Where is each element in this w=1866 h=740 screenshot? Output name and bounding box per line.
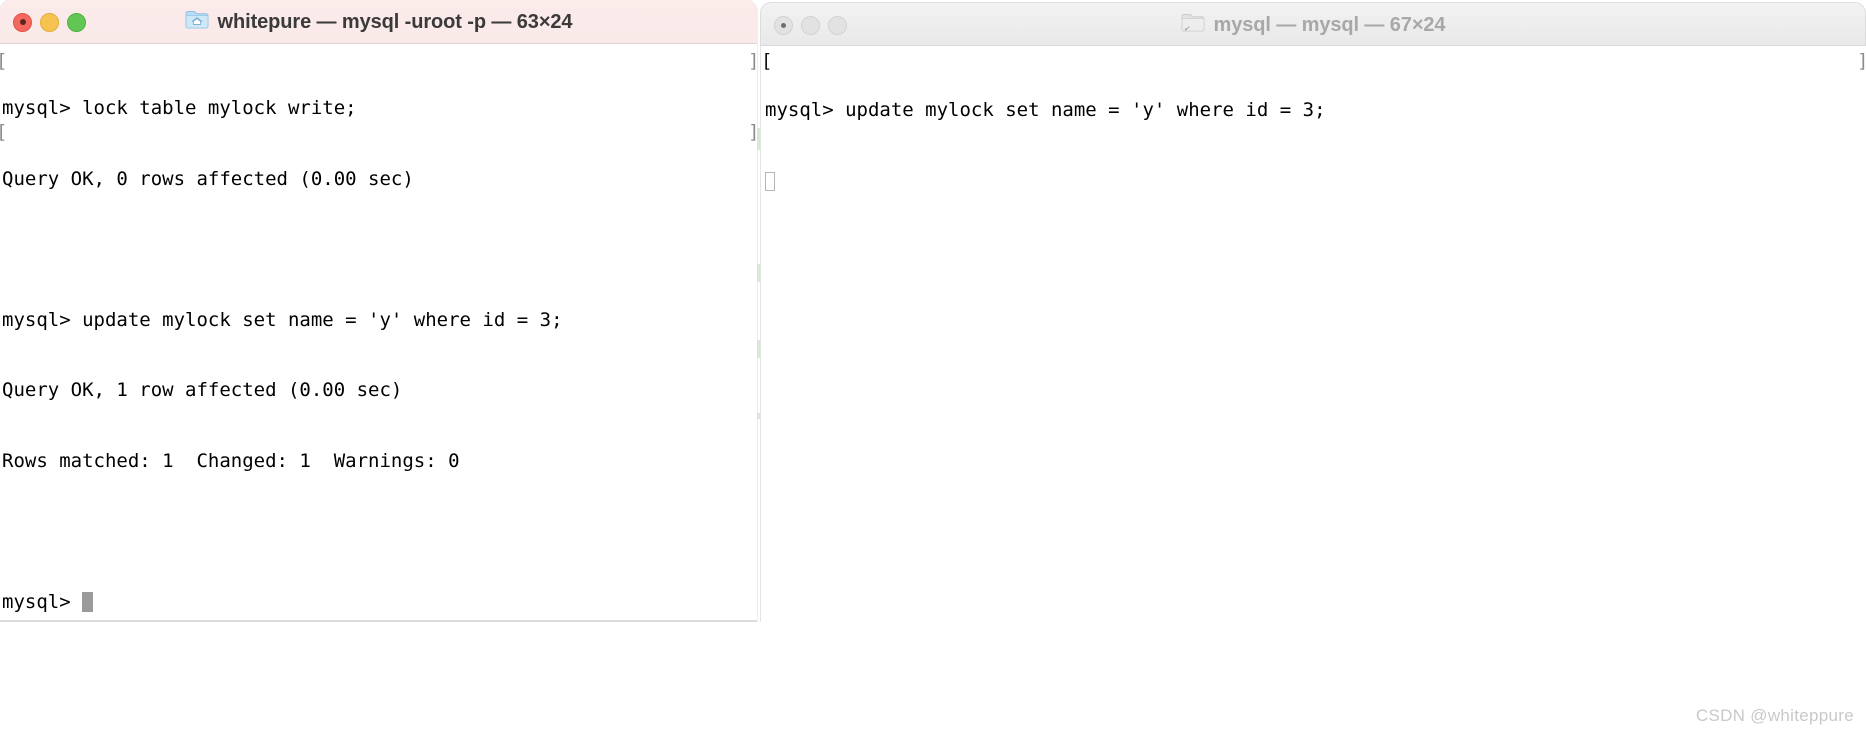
minimize-button[interactable] (801, 15, 820, 35)
terminal-line: Query OK, 0 rows affected (0.00 sec) (2, 167, 414, 190)
minimize-button[interactable] (40, 12, 59, 32)
prompt-label: mysql> (2, 590, 83, 613)
text-cursor[interactable] (82, 591, 94, 612)
terminal-prompt-line-left: mysql> (2, 591, 757, 615)
titlebar-right[interactable]: mysql — mysql — 67×24 (760, 2, 1866, 46)
maximize-button[interactable] (67, 12, 86, 32)
terminal-line: mysql> update mylock set name = 'y' wher… (2, 308, 563, 331)
titlebar-left[interactable]: whitepure — mysql -uroot -p — 63×24 (0, 0, 757, 44)
terminal-window-left[interactable]: whitepure — mysql -uroot -p — 63×24 mysq… (0, 0, 757, 622)
window-title-left: whitepure — mysql -uroot -p — 63×24 (217, 10, 573, 33)
folder-icon (185, 9, 209, 35)
terminal-line: Query OK, 1 row affected (0.00 sec) (2, 379, 403, 401)
terminal-output-right: mysql> update mylock set name = 'y' wher… (761, 52, 1866, 240)
maximize-button[interactable] (828, 15, 847, 35)
title-center-left: whitepure — mysql -uroot -p — 63×24 (0, 0, 757, 44)
terminal-line: mysql> lock table mylock write; (2, 97, 357, 119)
terminal-line: mysql> update mylock set name = 'y' wher… (765, 99, 1326, 121)
terminal-body-left[interactable]: mysql> lock table mylock write; Query OK… (0, 44, 757, 622)
terminal-window-right[interactable]: mysql — mysql — 67×24 mysql> update mylo… (760, 2, 1866, 622)
traffic-lights-right (774, 3, 847, 47)
close-button[interactable] (774, 15, 793, 35)
traffic-lights-left (13, 0, 86, 44)
terminal-output-left: mysql> lock table mylock write; Query OK… (0, 50, 757, 622)
folder-icon (1181, 12, 1205, 38)
terminal-line: Rows matched: 1 Changed: 1 Warnings: 0 (2, 449, 460, 472)
desktop: whitepure — mysql -uroot -p — 63×24 mysq… (0, 0, 1866, 740)
text-cursor[interactable] (765, 171, 775, 191)
close-button[interactable] (13, 12, 32, 32)
watermark: CSDN @whiteppure (1695, 706, 1854, 725)
title-center-right: mysql — mysql — 67×24 (761, 3, 1865, 47)
desktop-bottom-strip: CSDN @whiteppure (0, 622, 1866, 740)
window-title-right: mysql — mysql — 67×24 (1213, 13, 1446, 36)
terminal-body-right[interactable]: mysql> update mylock set name = 'y' wher… (760, 46, 1866, 622)
terminal-prompt-line-right (765, 170, 1866, 194)
